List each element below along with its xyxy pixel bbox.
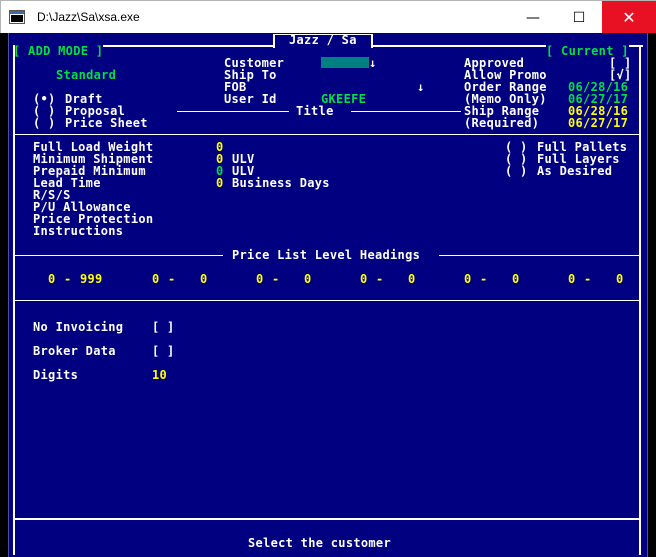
broker-data-label: Broker Data: [33, 344, 116, 358]
section-divider-2: [15, 300, 639, 301]
section-divider-1: [15, 134, 639, 135]
lead-time-unit: Business Days: [232, 176, 330, 190]
console-app-icon: [9, 10, 25, 24]
level-1-to[interactable]: 999: [80, 273, 103, 285]
level-4-to[interactable]: 0: [408, 273, 416, 285]
window-titlebar: D:\Jazz\Sa\xsa.exe — ☐ ✕: [0, 0, 656, 34]
window-title: D:\Jazz\Sa\xsa.exe: [37, 10, 140, 24]
fob-lookup-icon[interactable]: ↓: [417, 81, 425, 93]
title-rule-left: [177, 111, 289, 112]
no-invoicing-checkbox[interactable]: [ ]: [152, 321, 175, 333]
app-title: Jazz / Sa: [289, 33, 357, 47]
level-6-sep: -: [584, 272, 592, 286]
level-4-sep: -: [376, 272, 384, 286]
no-invoicing-label: No Invoicing: [33, 320, 124, 334]
customer-input[interactable]: [321, 57, 369, 68]
title-box-left: [273, 34, 275, 48]
digits-label: Digits: [33, 368, 79, 382]
level-2-sep: -: [168, 272, 176, 286]
as-desired-radio[interactable]: ( ): [505, 165, 528, 177]
level-5-to[interactable]: 0: [512, 273, 520, 285]
close-button[interactable]: ✕: [602, 1, 656, 34]
as-desired-label: As Desired: [537, 164, 613, 178]
minimize-button[interactable]: —: [510, 1, 556, 34]
levels-rule-left: [15, 255, 223, 256]
level-3-from[interactable]: 0: [256, 273, 264, 285]
level-3-to[interactable]: 0: [304, 273, 312, 285]
levels-heading: Price List Level Headings: [232, 248, 421, 262]
lead-time-value[interactable]: 0: [216, 177, 224, 189]
console-area: Jazz / Sa [ ADD MODE ] [ Current ] Stand…: [0, 33, 656, 557]
level-6-to[interactable]: 0: [616, 273, 624, 285]
instructions-label: Instructions: [33, 224, 124, 238]
level-6-from[interactable]: 0: [568, 273, 576, 285]
close-icon: ✕: [622, 8, 636, 27]
right-border: [639, 45, 641, 555]
level-5-sep: -: [480, 272, 488, 286]
digits-value[interactable]: 10: [152, 369, 167, 381]
bottom-border: [13, 518, 641, 520]
broker-data-checkbox[interactable]: [ ]: [152, 345, 175, 357]
level-2-to[interactable]: 0: [200, 273, 208, 285]
level-1-from[interactable]: 0: [48, 273, 56, 285]
standard-label: Standard: [56, 68, 117, 82]
maximize-button[interactable]: ☐: [556, 1, 602, 34]
level-2-from[interactable]: 0: [152, 273, 160, 285]
level-1-sep: -: [64, 272, 72, 286]
maximize-icon: ☐: [572, 9, 586, 26]
customer-lookup-icon[interactable]: ↓: [369, 57, 377, 69]
ship-range-to[interactable]: 06/27/17: [568, 117, 628, 129]
level-3-sep: -: [272, 272, 280, 286]
doc-type-price-sheet-radio[interactable]: ( ): [33, 117, 56, 129]
required-label: (Required): [464, 116, 540, 130]
level-4-from[interactable]: 0: [360, 273, 368, 285]
user-id-label: User Id: [224, 92, 277, 106]
title-rule-right: [351, 111, 461, 112]
level-5-from[interactable]: 0: [464, 273, 472, 285]
terminal-screen: Jazz / Sa [ ADD MODE ] [ Current ] Stand…: [8, 33, 648, 557]
levels-rule-right: [439, 255, 639, 256]
doc-type-price-sheet-label: Price Sheet: [65, 116, 148, 130]
title-label: Title: [296, 104, 334, 118]
minimize-icon: —: [526, 9, 540, 26]
mode-indicator: [ ADD MODE ]: [13, 44, 104, 58]
status-message: Select the customer: [248, 536, 391, 550]
